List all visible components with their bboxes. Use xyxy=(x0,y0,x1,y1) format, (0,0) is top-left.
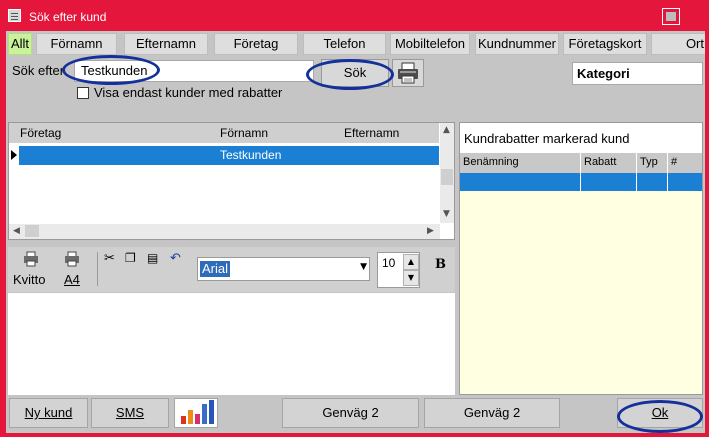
note-editor[interactable] xyxy=(8,293,455,395)
ok-label: Ok xyxy=(651,405,669,420)
tab-telefon[interactable]: Telefon xyxy=(303,33,386,55)
window-title: Sök efter kund xyxy=(29,10,107,24)
chart-bar-icon xyxy=(181,416,186,424)
chart-bar-icon xyxy=(202,404,207,424)
row-pointer-icon xyxy=(9,146,19,165)
table-row[interactable] xyxy=(460,173,702,191)
col-benamning[interactable]: Benämning xyxy=(463,156,519,168)
grid-header: Företag Förnamn Efternamn xyxy=(9,123,439,143)
printer-icon xyxy=(398,62,418,84)
discount-panel-title: Kundrabatter markerad kund xyxy=(460,123,702,153)
cell-fornamn: Testkunden xyxy=(220,148,282,162)
col-efternamn[interactable]: Efternamn xyxy=(344,126,399,140)
col-rabatt[interactable]: Rabatt xyxy=(584,156,616,168)
toolbar-divider xyxy=(97,252,98,286)
scroll-up-icon[interactable]: ▲ xyxy=(443,125,450,135)
tab-allt[interactable]: Allt xyxy=(8,33,32,55)
chevron-down-icon[interactable]: ▼ xyxy=(360,262,367,272)
app-window: Sök efter kund Allt Förnamn Efternamn Fö… xyxy=(0,0,709,437)
a4-print-label[interactable]: A4 xyxy=(64,272,80,287)
client-area: Allt Förnamn Efternamn Företag Telefon M… xyxy=(6,31,705,433)
shortcut-label-1: Genväg 2 xyxy=(322,405,379,420)
print-button[interactable] xyxy=(392,59,424,87)
undo-icon[interactable]: ↶ xyxy=(170,251,181,266)
spin-up-icon[interactable]: ▲ xyxy=(403,254,419,270)
maximize-button[interactable] xyxy=(662,8,680,25)
cell-separator xyxy=(667,173,668,191)
receipt-print-label[interactable]: Kvitto xyxy=(13,272,46,287)
tab-ort[interactable]: Ort xyxy=(651,33,705,55)
scroll-down-icon[interactable]: ▼ xyxy=(443,209,450,219)
col-separator xyxy=(636,153,637,173)
bottom-bar: Ny kund SMS Genväg 2 Genväg 2 Ok xyxy=(6,396,705,433)
font-size-stepper[interactable]: 10 ▲ ▼ xyxy=(377,252,420,288)
col-typ[interactable]: Typ xyxy=(640,156,658,168)
bold-button[interactable]: B xyxy=(435,257,446,272)
col-foretag[interactable]: Företag xyxy=(20,126,61,140)
app-icon xyxy=(8,9,21,22)
editor-toolbar: Kvitto A4 ✂ ❐ ▤ ↶ Arial ▼ 10 ▲ ▼ B xyxy=(8,247,455,292)
customer-grid: Företag Förnamn Efternamn Testkunden ▲ ▼… xyxy=(8,122,455,240)
printer-a4-icon[interactable] xyxy=(63,251,81,267)
font-select[interactable]: Arial ▼ xyxy=(197,257,370,281)
search-label: Sök efter xyxy=(12,63,65,78)
font-size-value: 10 xyxy=(382,256,396,270)
sms-label: SMS xyxy=(115,405,145,420)
search-input[interactable]: Testkunden xyxy=(74,60,314,82)
grid-horizontal-scrollbar[interactable]: ◀ ▶ xyxy=(9,224,440,239)
scroll-left-icon[interactable]: ◀ xyxy=(13,226,20,236)
filter-tabs: Allt Förnamn Efternamn Företag Telefon M… xyxy=(6,31,705,58)
cell-separator xyxy=(636,173,637,191)
shortcut-button-1[interactable]: Genväg 2 xyxy=(282,398,419,428)
scroll-thumb[interactable] xyxy=(441,169,453,185)
search-button[interactable]: Sök xyxy=(321,59,389,87)
discount-filter-checkbox[interactable] xyxy=(77,87,89,99)
new-customer-label: Ny kund xyxy=(24,405,73,420)
cell-separator xyxy=(580,173,581,191)
col-separator xyxy=(580,153,581,173)
statistics-button[interactable] xyxy=(174,398,218,428)
title-bar: Sök efter kund xyxy=(0,0,709,31)
new-customer-button[interactable]: Ny kund xyxy=(9,398,88,428)
grid-vertical-scrollbar[interactable]: ▲ ▼ xyxy=(440,123,454,223)
tab-efternamn[interactable]: Efternamn xyxy=(124,33,208,55)
shortcut-button-2[interactable]: Genväg 2 xyxy=(424,398,560,428)
hscroll-thumb[interactable] xyxy=(25,225,39,237)
cut-icon[interactable]: ✂ xyxy=(104,251,115,266)
chart-bar-icon xyxy=(209,400,214,424)
tab-foretag[interactable]: Företag xyxy=(214,33,298,55)
col-separator xyxy=(667,153,668,173)
splitter[interactable] xyxy=(6,243,458,246)
discount-filter-label: Visa endast kunder med rabatter xyxy=(94,85,283,100)
scroll-right-icon[interactable]: ▶ xyxy=(427,226,434,236)
chart-bar-icon xyxy=(195,414,200,424)
table-row[interactable]: Testkunden xyxy=(9,146,439,165)
kategori-select[interactable]: Kategori xyxy=(572,62,703,85)
ok-button[interactable]: Ok xyxy=(617,398,703,428)
chart-bar-icon xyxy=(188,410,193,424)
tab-kundnummer[interactable]: Kundnummer xyxy=(475,33,559,55)
discount-panel: Kundrabatter markerad kund Benämning Rab… xyxy=(459,122,703,395)
col-fornamn[interactable]: Förnamn xyxy=(220,126,268,140)
spin-down-icon[interactable]: ▼ xyxy=(403,270,419,286)
sms-button[interactable]: SMS xyxy=(91,398,169,428)
font-value: Arial xyxy=(200,261,231,277)
col-number[interactable]: # xyxy=(671,156,677,168)
tab-mobiltelefon[interactable]: Mobiltelefon xyxy=(390,33,470,55)
copy-icon[interactable]: ❐ xyxy=(125,251,136,265)
printer-icon[interactable] xyxy=(22,251,40,267)
tab-foretagskort[interactable]: Företagskort xyxy=(563,33,647,55)
search-button-label: Sök xyxy=(343,65,367,80)
tab-fornamn[interactable]: Förnamn xyxy=(36,33,117,55)
paste-icon[interactable]: ▤ xyxy=(147,251,158,265)
discount-grid-header: Benämning Rabatt Typ # xyxy=(460,153,702,173)
shortcut-label-2: Genväg 2 xyxy=(463,405,521,420)
